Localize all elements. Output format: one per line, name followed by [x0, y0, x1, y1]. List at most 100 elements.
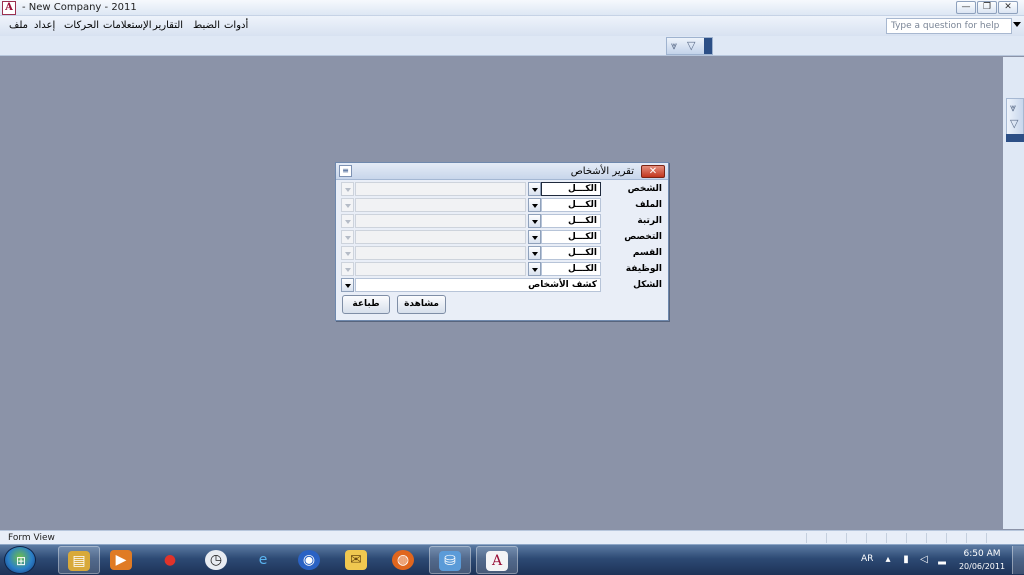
chevron-down-icon[interactable]	[528, 182, 541, 196]
language-indicator[interactable]: AR	[861, 553, 873, 565]
disabled-field	[355, 198, 526, 212]
show-desktop-button[interactable]	[1012, 546, 1024, 574]
status-cell	[806, 533, 824, 543]
print-button[interactable]: طباعة	[342, 295, 390, 314]
taskbar-app-firefox[interactable]: ◍	[383, 546, 425, 574]
status-cell	[966, 533, 984, 543]
field-row-specialty: الكـــل التخصص	[336, 230, 668, 245]
rank-select[interactable]: الكـــل	[541, 214, 601, 228]
chevron-up-icon[interactable]: ▴	[882, 554, 894, 566]
disabled-field	[355, 246, 526, 260]
clock-icon: ◷	[205, 550, 227, 570]
toolbar-options-icon[interactable]	[704, 38, 712, 54]
job-select[interactable]: الكـــل	[541, 262, 601, 276]
chevron-down-icon[interactable]	[528, 246, 541, 260]
explorer-icon: ▤	[68, 551, 90, 571]
status-cell	[886, 533, 904, 543]
field-row-rank: الكـــل الرتبة	[336, 214, 668, 229]
status-cell	[986, 533, 1004, 543]
chevron-down-icon[interactable]	[528, 214, 541, 228]
clock-date[interactable]: 20/06/2011	[955, 561, 1009, 572]
specialty-select[interactable]: الكـــل	[541, 230, 601, 244]
volume-muted-icon[interactable]: ◁	[918, 554, 930, 566]
persons-report-dialog: ≡ تقرير الأشخاص ✕ الكـــل الشخص الكـــل …	[335, 162, 669, 321]
filter-icon[interactable]: ▽	[687, 39, 695, 53]
taskbar-app-internet-explorer[interactable]: e	[243, 546, 285, 574]
department-select[interactable]: الكـــل	[541, 246, 601, 260]
person-select[interactable]: الكـــل	[541, 182, 601, 196]
chevron-down-icon[interactable]	[341, 278, 354, 292]
internet-explorer-icon: e	[258, 552, 268, 568]
disabled-field	[355, 214, 526, 228]
taskbar-app-pin[interactable]: ●	[150, 546, 192, 574]
field-label: الملف	[635, 200, 662, 210]
access-icon[interactable]: A	[2, 1, 16, 15]
status-cell	[946, 533, 964, 543]
status-cell	[926, 533, 944, 543]
messenger-icon: ◉	[298, 550, 320, 570]
status-cell	[906, 533, 924, 543]
menu-reports[interactable]: التقارير	[153, 19, 183, 33]
taskbar-app-media-player[interactable]: ▶	[101, 546, 143, 574]
start-button[interactable]: ⊞	[4, 546, 36, 574]
status-cell	[846, 533, 864, 543]
dialog-close-button[interactable]: ✕	[641, 165, 665, 178]
chevron-down-icon	[341, 198, 354, 212]
chevron-down-icon[interactable]	[528, 262, 541, 276]
menu-setup[interactable]: إعداد	[34, 19, 55, 33]
file-select[interactable]: الكـــل	[541, 198, 601, 212]
dialog-title: تقرير الأشخاص	[570, 166, 634, 177]
field-row-person: الكـــل الشخص	[336, 182, 668, 197]
field-label: القسم	[632, 248, 662, 258]
clock-time[interactable]: 6:50 AM	[960, 549, 1004, 560]
menu-bar: ملف إعداد الحركات الإستعلامات التقارير ا…	[0, 16, 1024, 36]
battery-icon[interactable]: ▮	[900, 554, 912, 566]
disabled-field	[355, 262, 526, 276]
taskbar-app-messenger[interactable]: ◉	[289, 546, 331, 574]
taskbar-app-mail[interactable]: ✉	[336, 546, 378, 574]
toolbar-options-icon[interactable]	[1006, 134, 1024, 142]
close-button[interactable]: ✕	[998, 1, 1018, 14]
taskbar-app-access[interactable]: A	[476, 546, 518, 574]
taskbar-app-clock[interactable]: ◷	[196, 546, 238, 574]
menu-control[interactable]: الضبط	[193, 19, 220, 33]
chevron-down-icon	[341, 214, 354, 228]
field-row-job: الكـــل الوظيفة	[336, 262, 668, 277]
window-title: - New Company - 2011	[22, 2, 137, 13]
disabled-field	[355, 230, 526, 244]
field-row-department: الكـــل القسم	[336, 246, 668, 261]
chevron-down-icon[interactable]	[528, 230, 541, 244]
title-bar: A - New Company - 2011 — ❐ ✕	[0, 0, 1024, 16]
filter-by-selection-icon[interactable]: ⩔	[671, 39, 677, 53]
chevron-down-icon	[341, 262, 354, 276]
filter-icon[interactable]: ▽	[1010, 117, 1018, 131]
minimize-button[interactable]: —	[956, 1, 976, 14]
chevron-down-icon	[341, 182, 354, 196]
restore-button[interactable]: ❐	[977, 1, 997, 14]
menu-queries[interactable]: الإستعلامات	[103, 19, 152, 33]
menu-file[interactable]: ملف	[9, 19, 28, 33]
network-status-icon[interactable]: ▂	[936, 554, 948, 566]
chevron-down-icon	[341, 230, 354, 244]
windows-logo-icon: ⊞	[15, 554, 27, 568]
menu-transactions[interactable]: الحركات	[64, 19, 99, 33]
field-row-shape: كشف الأشخاص الشكل	[336, 278, 668, 293]
mail-icon: ✉	[345, 550, 367, 570]
taskbar-app-network[interactable]: ⛁	[429, 546, 471, 574]
chevron-down-icon[interactable]	[528, 198, 541, 212]
chevron-down-icon	[341, 246, 354, 260]
media-player-icon: ▶	[110, 550, 132, 570]
field-label: التخصص	[624, 232, 662, 242]
pin-icon: ●	[163, 552, 177, 568]
menu-tools[interactable]: أدوات	[224, 19, 248, 33]
field-label: الشخص	[627, 184, 662, 194]
view-button[interactable]: مشاهدة	[397, 295, 446, 314]
form-icon[interactable]: ≡	[339, 165, 352, 177]
help-search-input[interactable]: Type a question for help	[886, 18, 1012, 34]
chevron-down-icon[interactable]	[1013, 22, 1021, 27]
status-cell	[826, 533, 844, 543]
shape-select[interactable]: كشف الأشخاص	[355, 278, 601, 292]
dialog-title-bar: ≡ تقرير الأشخاص ✕	[336, 163, 668, 180]
taskbar-app-explorer[interactable]: ▤	[58, 546, 100, 574]
filter-by-selection-icon[interactable]: ⩔	[1010, 101, 1016, 115]
